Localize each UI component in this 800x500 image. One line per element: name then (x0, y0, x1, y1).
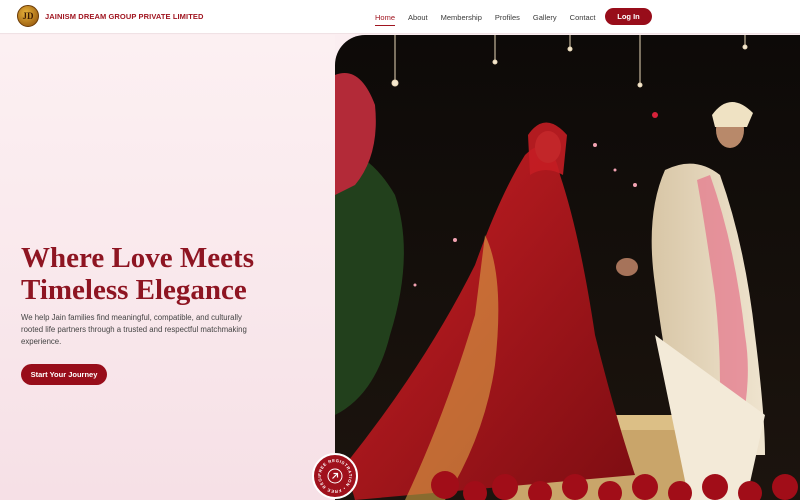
nav-link-membership[interactable]: Membership (441, 13, 482, 22)
arrow-up-right-icon (327, 468, 343, 484)
badge-text: FREE REGISTRATION • FREE REGISTRATION • (314, 455, 352, 494)
main-nav: Home About Membership Profiles Gallery C… (375, 0, 609, 34)
brand-name: JAINISM DREAM GROUP PRIVATE LIMITED (45, 11, 204, 21)
free-registration-badge[interactable]: FREE REGISTRATION • FREE REGISTRATION • (312, 453, 358, 499)
nav-link-profiles[interactable]: Profiles (495, 13, 520, 22)
hero-title: Where Love Meets Timeless Elegance (21, 242, 321, 306)
hero-title-line-2: Timeless Elegance (21, 274, 247, 306)
nav-link-home[interactable]: Home (375, 13, 396, 26)
start-journey-button[interactable]: Start Your Journey (21, 364, 107, 385)
nav-link-gallery[interactable]: Gallery (533, 13, 557, 22)
nav-link-about[interactable]: About (408, 13, 428, 22)
svg-text:FREE REGISTRATION • FREE REGIS: FREE REGISTRATION • FREE REGISTRATION • (314, 455, 353, 494)
hero-wedding-photo (335, 35, 800, 500)
brand[interactable]: JD JAINISM DREAM GROUP PRIVATE LIMITED (17, 5, 204, 27)
nav-link-contact[interactable]: Contact (570, 13, 596, 22)
hero-title-line-1: Where Love Meets (21, 242, 254, 274)
login-button[interactable]: Log In (605, 8, 652, 25)
logo-monogram: JD (22, 11, 34, 21)
top-navbar: JD JAINISM DREAM GROUP PRIVATE LIMITED H… (0, 0, 800, 34)
brand-logo: JD (17, 5, 39, 27)
hero-subtitle: We help Jain families find meaningful, c… (21, 313, 247, 346)
